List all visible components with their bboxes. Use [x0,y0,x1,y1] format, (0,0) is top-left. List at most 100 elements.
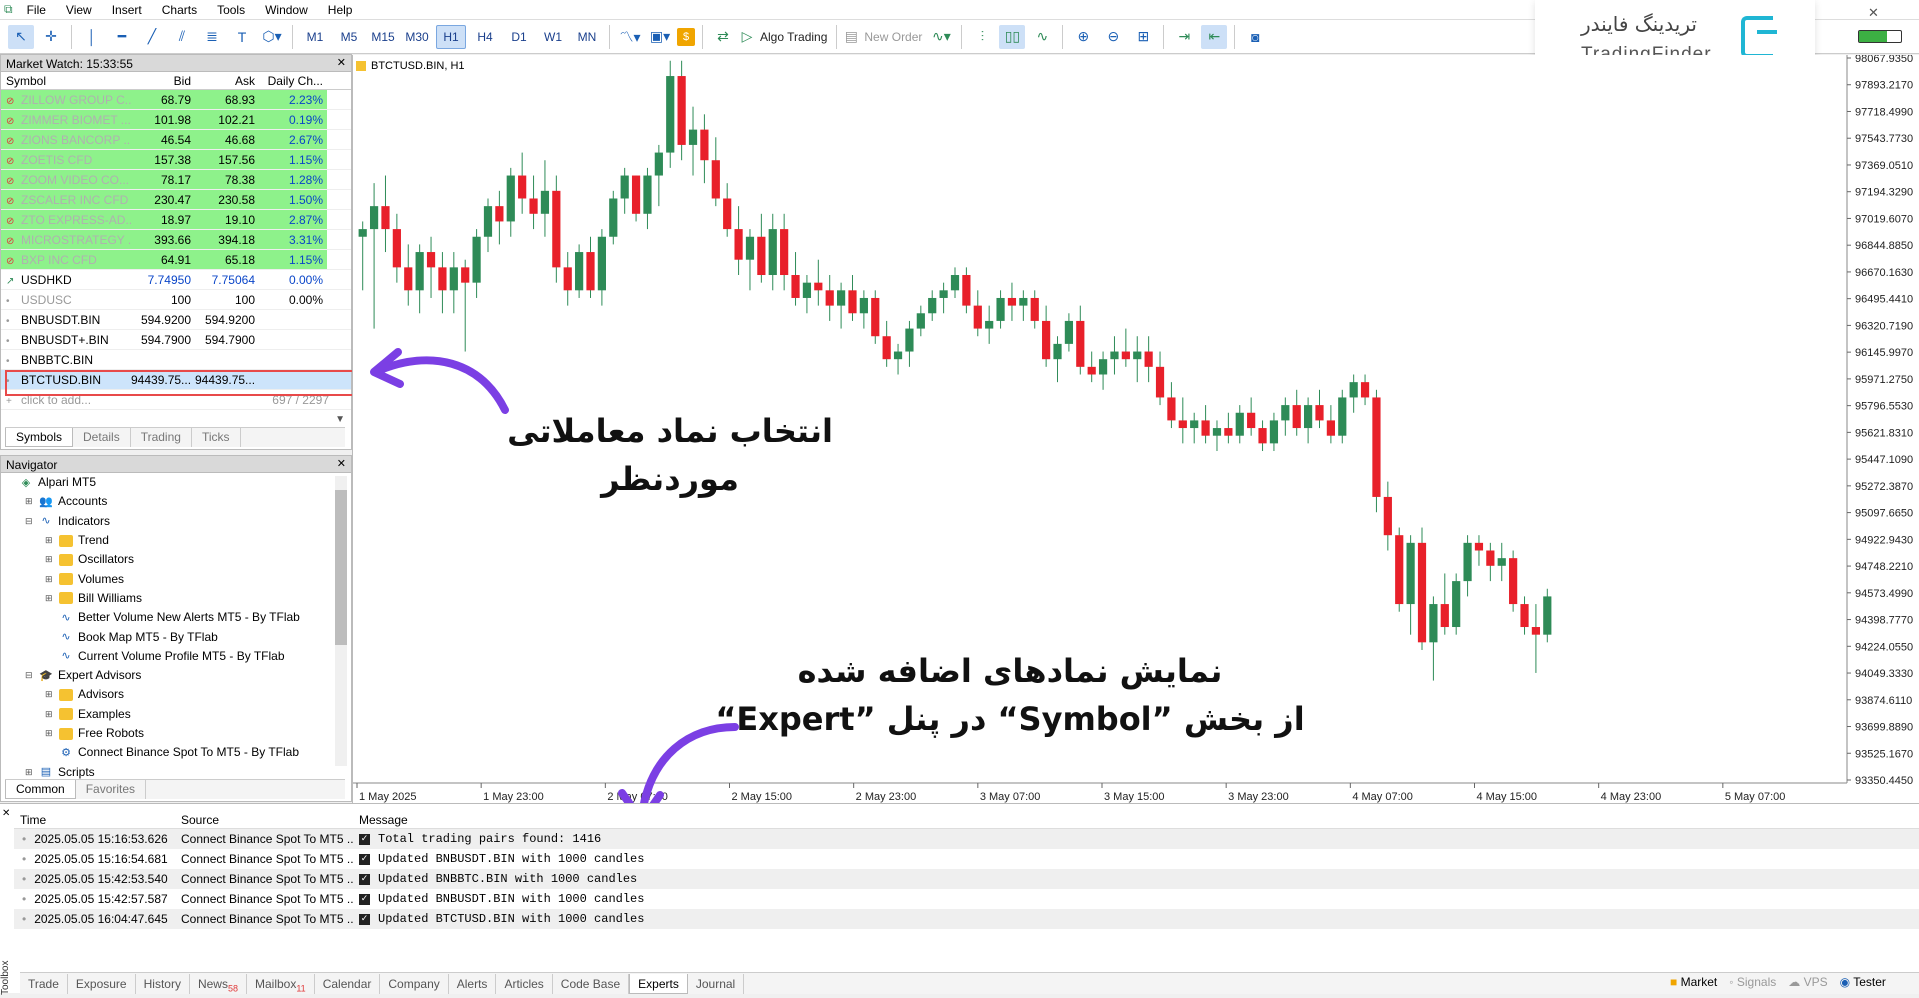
col-bid[interactable]: Bid [131,72,195,89]
market-watch-row[interactable]: ⊘ ZOOM VIDEO CO... 78.17 78.38 1.28% [1,170,351,190]
menu-help[interactable]: Help [318,3,363,17]
market-watch-row[interactable]: ⊘ BXP INC CFD 64.91 65.18 1.15% [1,250,351,270]
menu-file[interactable]: File [17,3,56,17]
toolbox-tab-experts[interactable]: Experts [629,973,688,994]
navigator-item[interactable]: ∿ Better Volume New Alerts MT5 - By TFlab [5,608,351,627]
timeframe-m15[interactable]: M15 [368,25,398,49]
cursor-icon[interactable]: ↖ [8,24,34,49]
expand-icon[interactable]: ⊞ [45,570,55,589]
tab-details[interactable]: Details [73,428,131,447]
navigator-item[interactable]: ⊞ Trend [5,531,351,550]
tab-trading[interactable]: Trading [131,428,192,447]
candles-icon[interactable]: ▯▯ [999,24,1026,49]
menu-insert[interactable]: Insert [102,3,152,17]
expand-icon[interactable]: ⊞ [45,589,55,608]
toolbox-tab-articles[interactable]: Articles [496,973,553,994]
toolbox-tab-news[interactable]: News58 [190,973,247,994]
menu-tools[interactable]: Tools [207,3,255,17]
col-symbol[interactable]: Symbol [1,72,131,89]
new-order-button[interactable]: New Order [860,30,926,44]
trendline-icon[interactable]: ╱ [139,25,165,49]
tab-symbols[interactable]: Symbols [5,428,74,447]
navigator-item[interactable]: ⊞ Bill Williams [5,589,351,608]
text-icon[interactable]: T [229,25,255,49]
log-row[interactable]: • 2025.05.05 15:42:57.587 Connect Binance … [14,889,1919,909]
expand-icon[interactable]: ⊞ [25,492,35,511]
collapse-icon[interactable]: ⊟ [25,512,35,531]
collapse-icon[interactable]: ⊟ [25,666,35,685]
timeframe-mn[interactable]: MN [572,25,602,49]
market-icon[interactable]: ⇄ [710,25,736,49]
log-row[interactable]: • 2025.05.05 15:16:54.681 Connect Binance … [14,849,1919,869]
toolbox-tab-history[interactable]: History [136,973,190,994]
menu-view[interactable]: View [56,3,102,17]
timeframe-m5[interactable]: M5 [334,25,364,49]
navigator-item[interactable]: ⊞ 👥 Accounts [5,492,351,511]
market-watch-row[interactable]: • BNBBTC.BIN [1,350,351,370]
close-icon[interactable]: ✕ [337,457,346,470]
timeframe-h4[interactable]: H4 [470,25,500,49]
toolbox-tab-mailbox[interactable]: Mailbox11 [247,973,315,994]
toolbox-tab-code-base[interactable]: Code Base [553,973,630,994]
col-source[interactable]: Source [176,811,354,828]
timeframe-w1[interactable]: W1 [538,25,568,49]
market-watch-row[interactable]: ⊘ ZIONS BANCORP ... 46.54 46.68 2.67% [1,130,351,150]
horizontal-line-icon[interactable]: ━ [109,25,135,49]
menu-window[interactable]: Window [255,3,318,17]
window-close-icon[interactable]: ✕ [1868,5,1879,21]
tab-ticks[interactable]: Ticks [192,428,241,447]
expand-icon[interactable]: ⊞ [45,705,55,724]
market-watch-row[interactable]: ⊘ MICROSTRATEGY ... 393.66 394.18 3.31% [1,230,351,250]
navigator-item[interactable]: ◈ Alpari MT5 [5,473,351,492]
algo-trading-button[interactable]: Algo Trading [756,30,831,44]
log-row[interactable]: • 2025.05.05 16:04:47.645 Connect Binance … [14,909,1919,929]
navigator-item[interactable]: ⊞ Volumes [5,569,351,588]
market-watch-row[interactable]: • BNBUSDT+.BIN 594.7900 594.7900 [1,330,351,350]
chart-type-icon[interactable]: 〽▾ [617,25,643,49]
channel-icon[interactable]: ⫽ [169,25,195,49]
autoscroll-icon[interactable]: ⇥ [1171,25,1197,49]
shapes-icon[interactable]: ⬡▾ [259,25,285,49]
market-watch-row[interactable]: • BNBUSDT.BIN 594.9200 594.9200 [1,310,351,330]
navigator-item[interactable]: ⊞ Examples [5,705,351,724]
close-icon[interactable]: ✕ [2,808,10,819]
tab-common[interactable]: Common [5,780,76,799]
indicators-icon[interactable]: ∿▾ [928,25,954,49]
navigator-item[interactable]: ∿ Current Volume Profile MT5 - By TFlab [5,647,351,666]
expand-icon[interactable]: ⊞ [45,531,55,550]
col-time[interactable]: Time [14,811,176,828]
toolbox-tab-alerts[interactable]: Alerts [449,973,497,994]
col-daily-change[interactable]: Daily Ch... [259,72,327,89]
chevron-down-icon[interactable]: ▼ [335,414,345,425]
market-watch-row[interactable]: ⊘ ZILLOW GROUP C... 68.79 68.93 2.23% [1,90,351,110]
bar-chart-icon[interactable]: ⫶ [969,25,995,49]
zoom-in-icon[interactable]: ⊕ [1070,25,1096,49]
market-watch-row[interactable]: ↗ USDHKD 7.74950 7.75064 0.00% [1,270,351,290]
navigator-item[interactable]: ⊟ 🎓 Expert Advisors [5,666,351,685]
log-row[interactable]: • 2025.05.05 15:42:53.540 Connect Binance … [14,869,1919,889]
dollar-icon[interactable]: $ [677,27,695,46]
navigator-item[interactable]: ⊞ Free Robots [5,724,351,743]
timeframe-m30[interactable]: M30 [402,25,432,49]
chart-shift-icon[interactable]: ⇤ [1201,24,1228,49]
navigator-item[interactable]: ⊟ ∿ Indicators [5,512,351,531]
market-watch-row[interactable]: • USDUSC 100 100 0.00% [1,290,351,310]
toolbox-tab-journal[interactable]: Journal [688,973,745,994]
toolbox-tab-company[interactable]: Company [380,973,449,994]
tab-favorites[interactable]: Favorites [76,780,147,799]
crosshair-icon[interactable]: ✛ [38,25,64,49]
navigator-item[interactable]: ∿ Book Map MT5 - By TFlab [5,627,351,646]
market-watch-row[interactable]: ⊘ ZSCALER INC CFD 230.47 230.58 1.50% [1,190,351,210]
col-message[interactable]: Message [354,811,408,828]
timeframe-h1[interactable]: H1 [436,24,466,49]
vps-button[interactable]: ☁ VPS [1788,975,1827,989]
templates-icon[interactable]: ▣▾ [647,25,673,49]
new-order-icon[interactable]: ▤ [844,25,858,49]
vertical-line-icon[interactable]: │ [79,25,105,49]
expand-icon[interactable]: ⊞ [45,550,55,569]
menu-charts[interactable]: Charts [152,3,207,17]
navigator-item[interactable]: ⚙ Connect Binance Spot To MT5 - By TFlab [5,743,351,762]
navigator-scrollbar[interactable] [335,476,347,766]
log-row[interactable]: • 2025.05.05 15:16:53.626 Connect Binance … [14,829,1919,849]
timeframe-d1[interactable]: D1 [504,25,534,49]
